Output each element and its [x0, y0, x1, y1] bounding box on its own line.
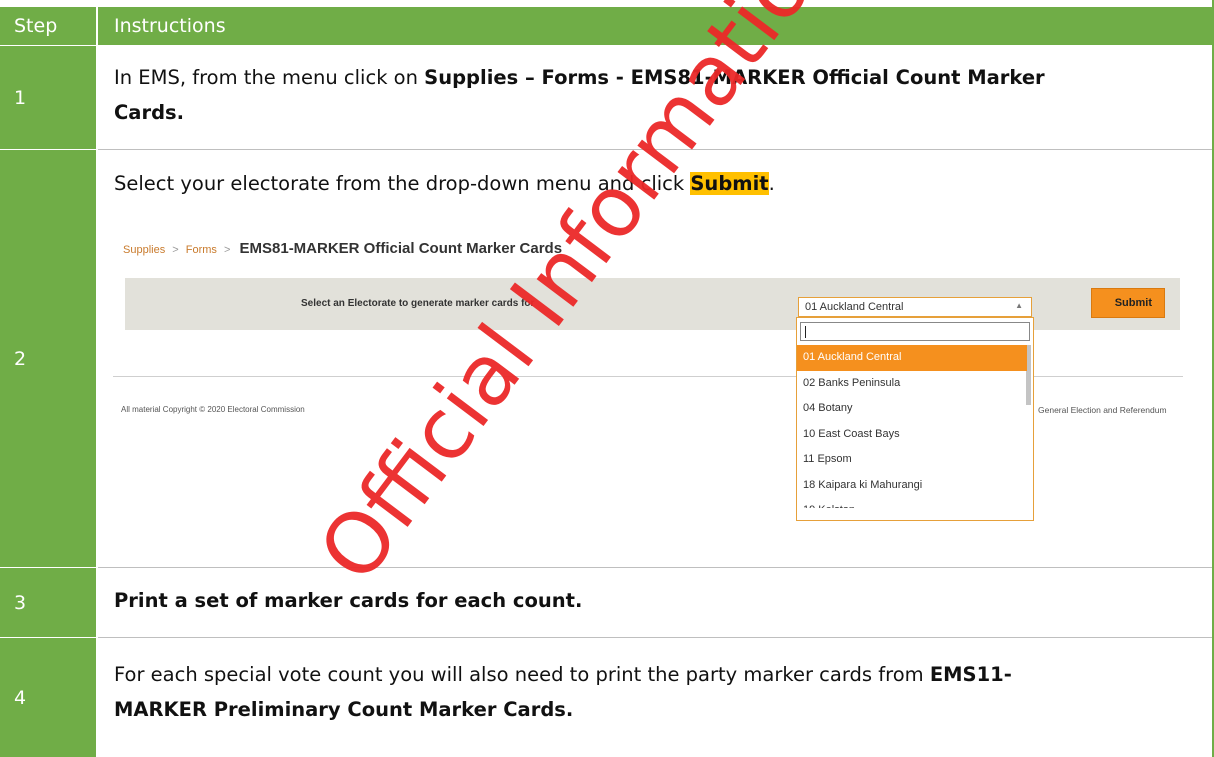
breadcrumb-supplies[interactable]: Supplies [123, 244, 165, 256]
chevron-up-icon: ▲ [1015, 301, 1023, 310]
dropdown-option[interactable]: 01 Auckland Central [797, 345, 1027, 371]
electorate-dropdown: 01 Auckland Central 02 Banks Peninsula 0… [796, 317, 1034, 521]
breadcrumb: Supplies > Forms > EMS81-MARKER Official… [123, 240, 563, 257]
page-title: EMS81-MARKER Official Count Marker Cards [239, 240, 563, 257]
electorate-select[interactable]: 01 Auckland Central ▲ [798, 297, 1032, 317]
header-step: Step [0, 7, 96, 45]
breadcrumb-forms[interactable]: Forms [186, 244, 217, 256]
dropdown-option[interactable]: 11 Epsom [797, 447, 1027, 473]
step-instruction: For each special vote count you will als… [114, 663, 1012, 721]
dropdown-option[interactable]: 04 Botany [797, 396, 1027, 422]
table-header-row: Step Instructions [0, 7, 1214, 45]
electorate-label: Select an Electorate to generate marker … [301, 298, 535, 309]
dropdown-option[interactable]: 18 Kaipara ki Mahurangi [797, 473, 1027, 499]
step-number: 4 [0, 638, 96, 757]
step-number: 2 [0, 150, 96, 567]
dropdown-search-input[interactable] [800, 322, 1030, 341]
step-instruction: Print a set of marker cards for each cou… [114, 589, 583, 612]
ems-screenshot: Supplies > Forms > EMS81-MARKER Official… [113, 230, 1198, 521]
submit-button[interactable]: Submit [1091, 288, 1165, 318]
dropdown-option[interactable]: 19 Kelston [797, 498, 1027, 508]
step-number: 1 [0, 46, 96, 149]
dropdown-option[interactable]: 10 East Coast Bays [797, 422, 1027, 448]
step-instruction: In EMS, from the menu click on Supplies … [114, 66, 1045, 124]
table-row: 4 For each special vote count you will a… [0, 638, 1214, 757]
footer-right-text: General Election and Referendum [1038, 405, 1167, 415]
step-number: 3 [0, 568, 96, 637]
header-instructions: Instructions [98, 7, 1212, 45]
submit-highlight: Submit [690, 172, 769, 195]
copyright-text: All material Copyright © 2020 Electoral … [121, 405, 305, 414]
table-row: 3 Print a set of marker cards for each c… [0, 568, 1214, 637]
table-row: 1 In EMS, from the menu click on Supplie… [0, 46, 1214, 149]
dropdown-option[interactable]: 02 Banks Peninsula [797, 371, 1027, 397]
